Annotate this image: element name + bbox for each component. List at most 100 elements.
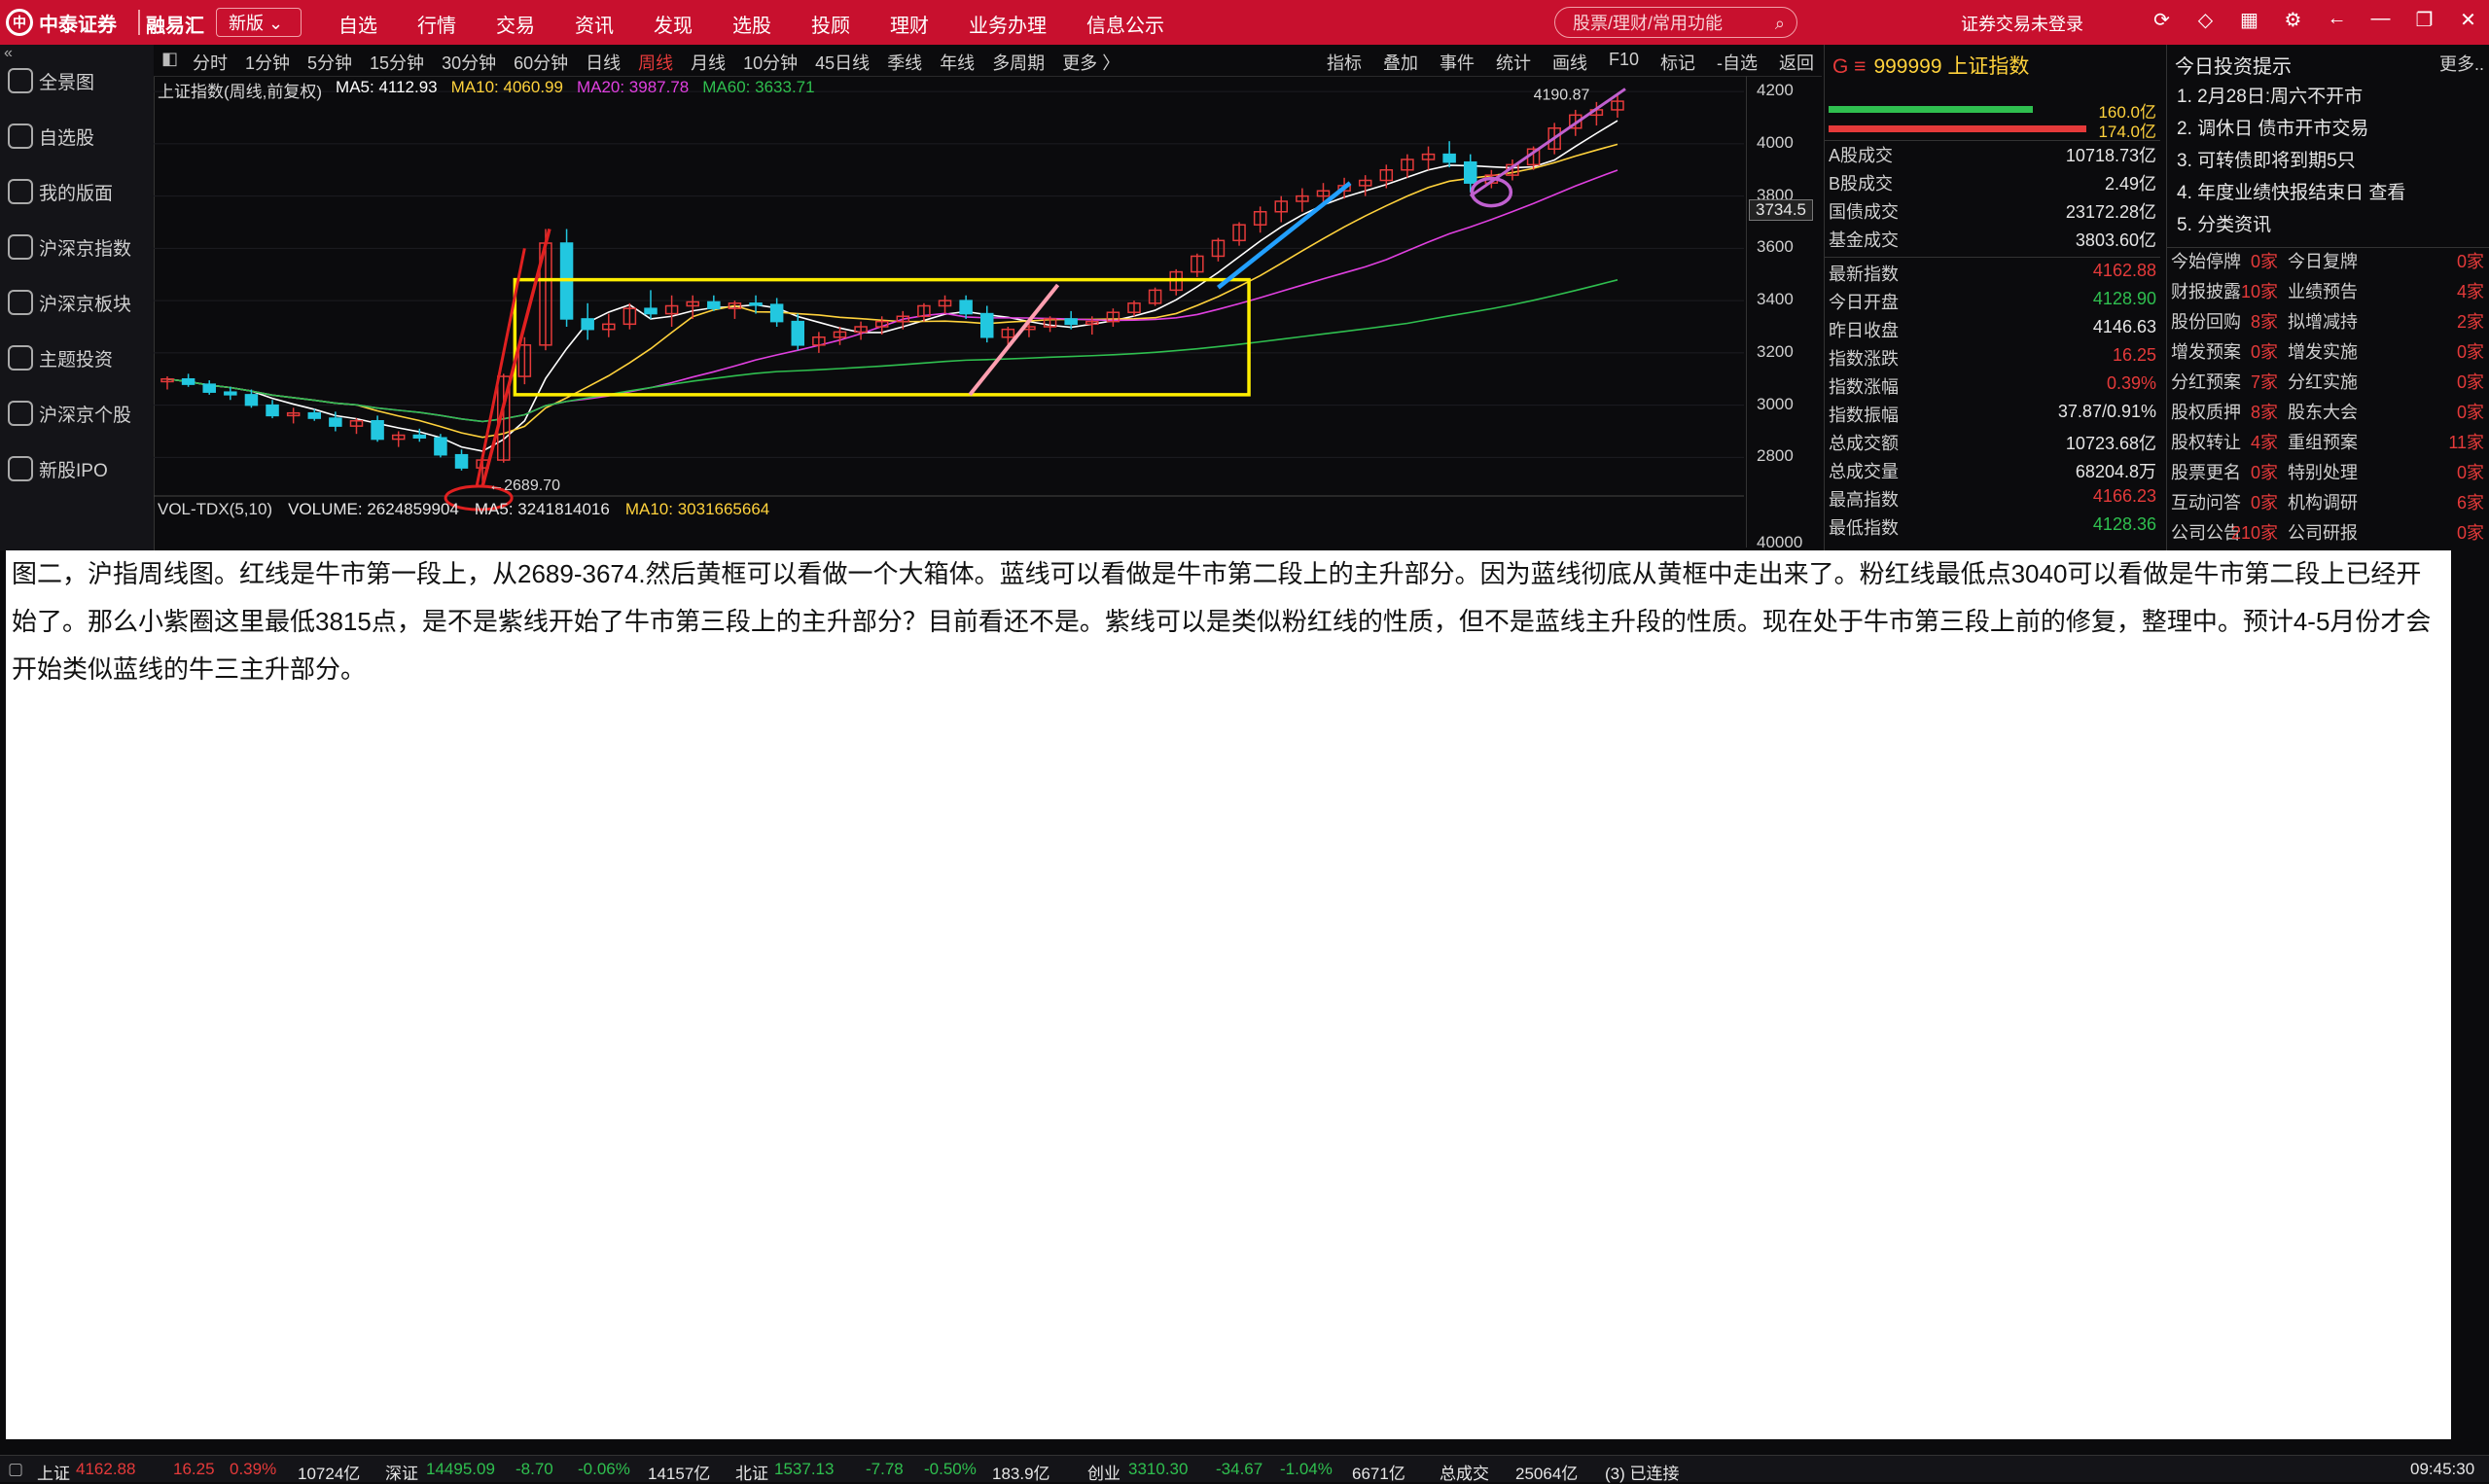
menu-item[interactable]: 选股	[732, 10, 771, 38]
cy-label[interactable]: 创业	[1087, 1460, 1120, 1484]
sidebar-item[interactable]: 全景图	[0, 56, 154, 105]
brand-logo[interactable]: 中 中泰证券	[6, 6, 117, 39]
tips-more-link[interactable]: 更多..	[2439, 51, 2484, 76]
period-tab[interactable]: 周线	[638, 50, 673, 75]
period-tab[interactable]: 月线	[691, 50, 726, 75]
minimize-icon[interactable]: —	[2359, 8, 2402, 32]
connection-status[interactable]: (3) 已连接	[1605, 1460, 1680, 1484]
investment-tip[interactable]: 5. 分类资讯	[2177, 210, 2271, 236]
star-icon	[8, 124, 33, 149]
period-tab[interactable]: 日线	[586, 50, 621, 75]
search-input[interactable]: 股票/理财/常用功能 ⌕	[1554, 7, 1797, 38]
period-tab[interactable]: 季线	[887, 50, 922, 75]
close-icon[interactable]: ✕	[2446, 8, 2489, 32]
menu-item[interactable]: 行情	[417, 10, 456, 38]
chart-tool-button[interactable]: 画线	[1552, 50, 1587, 75]
panel-toggle-icon[interactable]: ◧	[161, 49, 178, 69]
stat-label[interactable]: 股份回购	[2171, 308, 2241, 334]
menu-item[interactable]: 业务办理	[969, 10, 1047, 38]
chart-tool-button[interactable]: 指标	[1327, 50, 1362, 75]
stat-label[interactable]: 机构调研	[2288, 489, 2358, 514]
sh-label[interactable]: 上证	[37, 1460, 70, 1484]
chart-tool-button[interactable]: -自选	[1717, 50, 1758, 75]
shirt-icon[interactable]: ◇	[2184, 8, 2227, 32]
stat-label[interactable]: 特别处理	[2288, 459, 2358, 484]
sidebar-item[interactable]: 沪深京板块	[0, 278, 154, 327]
period-tab[interactable]: 更多 〉	[1062, 50, 1120, 75]
chart-tool-button[interactable]: 事件	[1440, 50, 1475, 75]
maximize-icon[interactable]: ❐	[2402, 8, 2446, 32]
login-status[interactable]: 证券交易未登录	[1961, 11, 2083, 36]
bz-change: -7.78	[866, 1460, 904, 1478]
stat-label[interactable]: 股东大会	[2288, 399, 2358, 424]
stat-label[interactable]: 分红预案	[2171, 369, 2241, 394]
stat-count: 0家	[2456, 252, 2484, 271]
version-select[interactable]: 新版 ⌄	[216, 8, 302, 37]
period-tab[interactable]: 年线	[940, 50, 975, 75]
chart-tool-button[interactable]: 统计	[1496, 50, 1531, 75]
period-tab[interactable]: 5分钟	[307, 50, 352, 75]
index-icon	[8, 234, 33, 260]
sz-label[interactable]: 深证	[385, 1460, 418, 1484]
row-value: 10718.73亿	[2065, 146, 2156, 165]
menu-item[interactable]: 交易	[496, 10, 535, 38]
stat-label[interactable]: 今日复牌	[2288, 248, 2358, 273]
chart-tool-button[interactable]: F10	[1609, 50, 1639, 75]
menu-item[interactable]: 自选	[338, 10, 377, 38]
chart-tool-button[interactable]: 叠加	[1383, 50, 1418, 75]
stat-label[interactable]: 股票更名	[2171, 459, 2241, 484]
search-icon[interactable]: ⌕	[1775, 8, 1785, 39]
investment-tip[interactable]: 2. 调休日 债市开市交易	[2177, 114, 2368, 140]
menu-item[interactable]: 信息公示	[1086, 10, 1164, 38]
menu-item[interactable]: 资讯	[575, 10, 614, 38]
period-tab[interactable]: 30分钟	[442, 50, 496, 75]
period-tab[interactable]: 多周期	[992, 50, 1045, 75]
stat-count: 0家	[2456, 403, 2484, 422]
event-stat-row: 股份回购 8家 拟增减持 2家	[2167, 308, 2489, 338]
investment-tip[interactable]: 4. 年度业绩快报结束日 查看	[2177, 178, 2405, 204]
back-icon[interactable]: ←	[2315, 8, 2359, 32]
stat-label[interactable]: 分红实施	[2288, 369, 2358, 394]
volume-indicator-name[interactable]: VOL-TDX(5,10)	[158, 500, 272, 519]
menu-item[interactable]: 投顾	[811, 10, 850, 38]
stat-label[interactable]: 公司研报	[2288, 519, 2358, 545]
period-tab[interactable]: 45日线	[815, 50, 870, 75]
kline-chart[interactable]: ←2689.70 4190.87	[154, 76, 1744, 548]
stat-count: 7家	[2250, 372, 2278, 392]
stat-label[interactable]: 股权转让	[2171, 429, 2241, 454]
stat-label[interactable]: 互动问答	[2171, 489, 2241, 514]
chart-tool-button[interactable]: 返回	[1779, 50, 1814, 75]
sidebar-item[interactable]: 沪深京个股	[0, 389, 154, 438]
menu-item[interactable]: 发现	[654, 10, 693, 38]
bz-label[interactable]: 北证	[735, 1460, 768, 1484]
stat-count: 0家	[2456, 342, 2484, 362]
stat-label[interactable]: 业绩预告	[2288, 278, 2358, 303]
sidebar-item[interactable]: 主题投资	[0, 334, 154, 382]
period-tab[interactable]: 分时	[193, 50, 228, 75]
cy-change: -34.67	[1216, 1460, 1263, 1478]
period-tab[interactable]: 15分钟	[370, 50, 424, 75]
chart-tool-button[interactable]: 标记	[1660, 50, 1695, 75]
sidebar-item[interactable]: 沪深京指数	[0, 223, 154, 271]
bz-amount: 183.9亿	[992, 1465, 1050, 1483]
stat-label[interactable]: 今始停牌	[2171, 248, 2241, 273]
sidebar-item[interactable]: 新股IPO	[0, 444, 154, 493]
stat-label[interactable]: 重组预案	[2288, 429, 2358, 454]
period-tab[interactable]: 10分钟	[743, 50, 798, 75]
period-tab[interactable]: 1分钟	[245, 50, 290, 75]
settings-icon[interactable]: ⚙	[2271, 8, 2315, 32]
stat-label[interactable]: 增发预案	[2171, 338, 2241, 364]
grid-icon[interactable]: ▦	[2227, 8, 2271, 32]
period-tab[interactable]: 60分钟	[514, 50, 568, 75]
stat-label[interactable]: 拟增减持	[2288, 308, 2358, 334]
sidebar-item[interactable]: 我的版面	[0, 167, 154, 216]
candle-body	[434, 437, 447, 456]
investment-tip[interactable]: 3. 可转债即将到期5只	[2177, 146, 2356, 172]
investment-tip[interactable]: 1. 2月28日:周六不开市	[2177, 82, 2363, 108]
stat-label[interactable]: 股权质押	[2171, 399, 2241, 424]
sidebar-item[interactable]: 自选股	[0, 112, 154, 160]
stat-label[interactable]: 增发实施	[2288, 338, 2358, 364]
menu-item[interactable]: 理财	[890, 10, 929, 38]
stat-label[interactable]: 财报披露	[2171, 278, 2241, 303]
refresh-icon[interactable]: ⟳	[2140, 8, 2184, 32]
